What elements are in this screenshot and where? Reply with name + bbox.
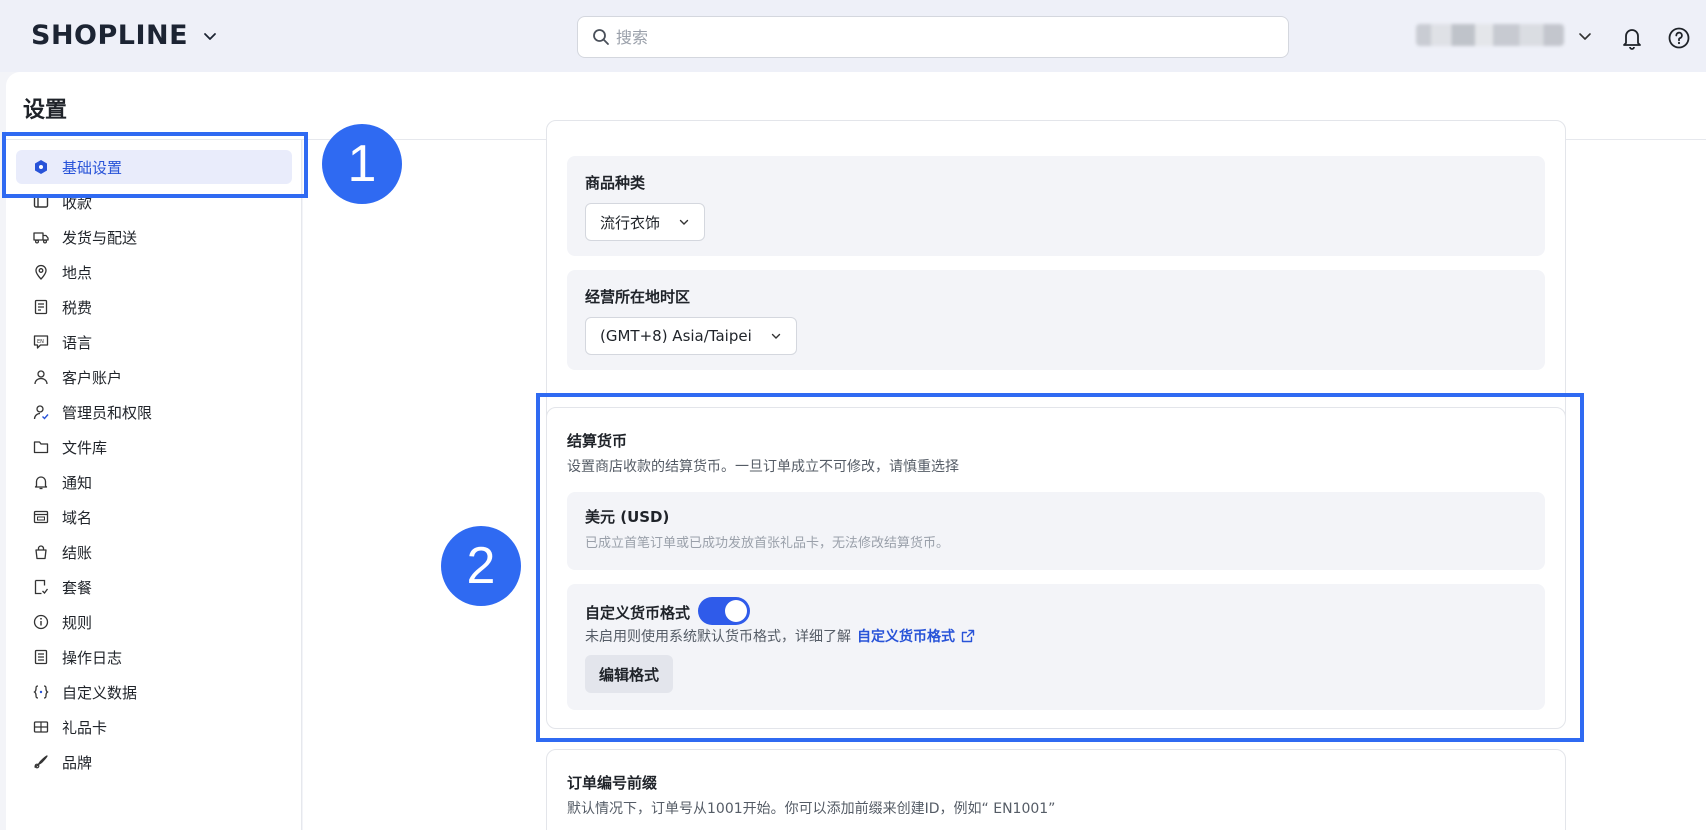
sidebar-item-files[interactable]: 文件库 (16, 430, 292, 464)
sidebar-item-label: 品牌 (62, 753, 93, 772)
sidebar-item-locations[interactable]: 地点 (16, 255, 292, 289)
sidebar-item-checkout[interactable]: 结账 (16, 535, 292, 569)
chevron-down-icon[interactable] (202, 28, 218, 44)
search-input[interactable] (616, 27, 1216, 47)
folder-icon (32, 438, 50, 456)
highlight-box-1 (2, 132, 308, 198)
sidebar-item-rules[interactable]: 规则 (16, 605, 292, 639)
page-title: 设置 (23, 98, 68, 123)
chevron-down-icon (679, 219, 689, 225)
sidebar-item-gift-cards[interactable]: 礼品卡 (16, 710, 292, 744)
logo-text: SHOPLINE (31, 20, 189, 51)
sidebar-item-custom-data[interactable]: 自定义数据 (16, 675, 292, 709)
sidebar-item-label: 操作日志 (62, 648, 123, 667)
info-circle-icon (32, 613, 50, 631)
user-icon (32, 368, 50, 386)
user-permission-icon (32, 403, 50, 421)
top-bar: SHOPLINE (0, 0, 1706, 72)
domain-icon (32, 508, 50, 526)
sidebar-item-label: 套餐 (62, 578, 93, 597)
location-pin-icon (32, 263, 50, 281)
sidebar-item-label: 税费 (62, 298, 93, 317)
settings-sidebar: 基础设置 收款 发货与配送 地点 税费 EN 语言 客户账户 管理员和权限 文件… (6, 140, 302, 830)
sidebar-item-languages[interactable]: EN 语言 (16, 325, 292, 359)
search-bar[interactable] (577, 16, 1289, 58)
brand-icon (32, 753, 50, 771)
plan-icon (32, 578, 50, 596)
sidebar-item-notifications[interactable]: 通知 (16, 465, 292, 499)
timezone-value: (GMT+8) Asia/Taipei (600, 327, 752, 345)
sidebar-item-label: 发货与配送 (62, 228, 138, 247)
gift-card-icon (32, 718, 50, 736)
chevron-down-icon (771, 333, 780, 339)
account-name-blurred[interactable] (1416, 24, 1564, 46)
sidebar-item-activity-log[interactable]: 操作日志 (16, 640, 292, 674)
sidebar-item-brand[interactable]: 品牌 (16, 745, 292, 779)
highlight-box-2 (536, 393, 1584, 742)
timezone-section: 经营所在地时区 (GMT+8) Asia/Taipei (567, 270, 1545, 370)
sidebar-item-shipping[interactable]: 发货与配送 (16, 220, 292, 254)
log-icon (32, 648, 50, 666)
timezone-select[interactable]: (GMT+8) Asia/Taipei (585, 317, 797, 355)
sidebar-item-label: 文件库 (62, 438, 108, 457)
sidebar-item-label: 管理员和权限 (62, 403, 153, 422)
order-prefix-description: 默认情况下，订单号从1001开始。你可以添加前缀来创建ID，例如“ EN1001… (567, 801, 1056, 817)
shopping-bag-icon (32, 543, 50, 561)
sidebar-item-label: 自定义数据 (62, 683, 138, 702)
category-select[interactable]: 流行衣饰 (585, 203, 706, 241)
category-label: 商品种类 (585, 174, 646, 192)
sidebar-item-admins-permissions[interactable]: 管理员和权限 (16, 395, 292, 429)
bell-icon (32, 473, 50, 491)
sidebar-item-label: 客户账户 (62, 368, 123, 387)
tax-receipt-icon (32, 298, 50, 316)
sidebar-item-label: 语言 (62, 333, 93, 352)
svg-text:EN: EN (37, 339, 44, 345)
sidebar-item-plans[interactable]: 套餐 (16, 570, 292, 604)
sidebar-item-label: 地点 (62, 263, 93, 282)
sidebar-item-label: 域名 (62, 508, 93, 527)
help-icon[interactable] (1668, 27, 1690, 49)
sidebar-item-label: 规则 (62, 613, 93, 632)
bell-icon[interactable] (1621, 26, 1643, 50)
step-badge-1: 1 (322, 124, 402, 204)
account-chevron-down-icon[interactable] (1577, 28, 1593, 44)
sidebar-item-label: 通知 (62, 473, 93, 492)
timezone-label: 经营所在地时区 (585, 288, 691, 306)
step-badge-2: 2 (441, 526, 521, 606)
order-prefix-card: 订单编号前缀 默认情况下，订单号从1001开始。你可以添加前缀来创建ID，例如“… (546, 749, 1566, 830)
sidebar-item-customer-accounts[interactable]: 客户账户 (16, 360, 292, 394)
sidebar-item-label: 结账 (62, 543, 93, 562)
sidebar-item-label: 礼品卡 (62, 718, 108, 737)
sidebar-item-domains[interactable]: 域名 (16, 500, 292, 534)
search-icon (593, 29, 609, 45)
custom-data-icon (32, 683, 50, 701)
sidebar-item-taxes[interactable]: 税费 (16, 290, 292, 324)
category-value: 流行衣饰 (600, 213, 661, 232)
language-en-icon: EN (32, 333, 50, 351)
order-prefix-title: 订单编号前缀 (567, 774, 658, 792)
shopline-logo[interactable]: SHOPLINE (31, 20, 218, 51)
truck-icon (32, 228, 50, 246)
category-section: 商品种类 流行衣饰 (567, 156, 1545, 256)
